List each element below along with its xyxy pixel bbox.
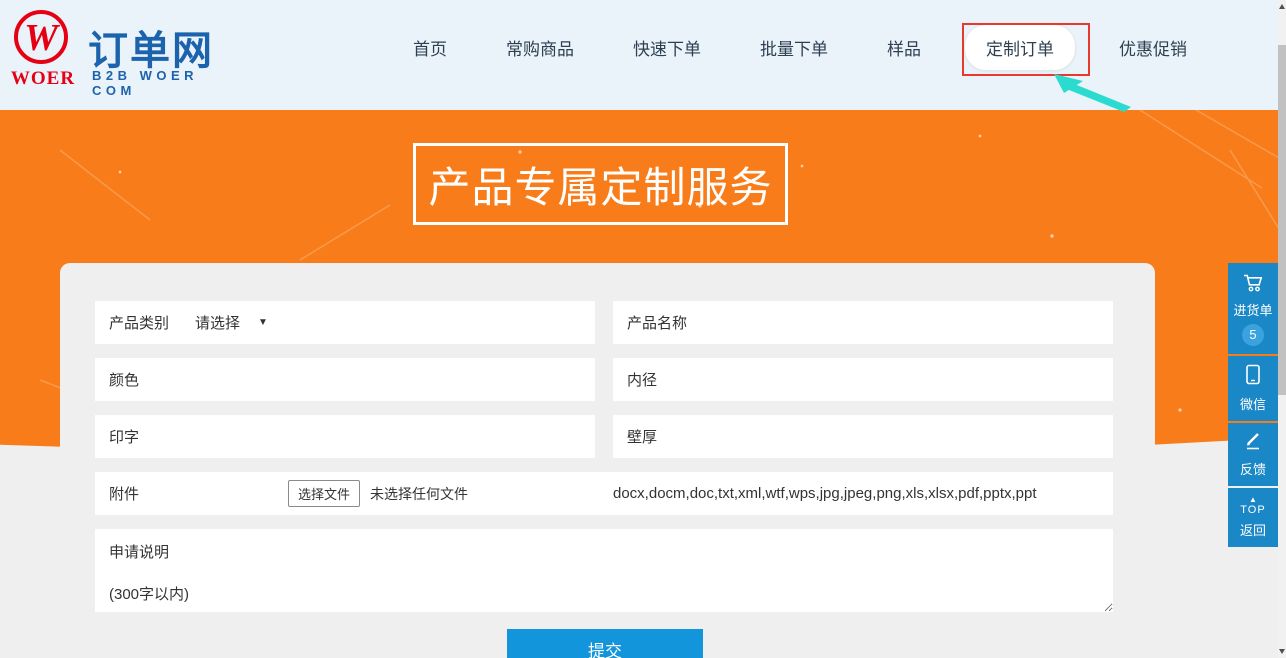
phone-icon — [1245, 364, 1261, 386]
allowed-file-types: docx,docm,doc,txt,xml,wtf,wps,jpg,jpeg,p… — [613, 485, 1037, 502]
cart-widget[interactable]: 进货单 5 — [1228, 263, 1278, 354]
vertical-scrollbar[interactable] — [1278, 0, 1286, 658]
page: W WOER 订单网 B2B WOER COM 首页 常购商品 快速下单 批量下… — [0, 0, 1286, 658]
file-status-text: 未选择任何文件 — [370, 484, 468, 504]
nav-item-samples[interactable]: 样品 — [887, 35, 921, 60]
wall-thickness-field[interactable]: 壁厚 — [613, 415, 1113, 458]
product-category-field[interactable]: 产品类别 请选择 ▼ — [95, 301, 595, 344]
application-description-textarea[interactable]: 申请说明 (300字以内) — [95, 529, 1113, 612]
floating-sidebar: 进货单 5 微信 反馈 ▲ TOP 返回 — [1228, 263, 1278, 549]
back-label: 返回 — [1228, 520, 1278, 539]
hero-title-box: 产品专属定制服务 — [413, 143, 788, 225]
logo-text: WOER — [10, 68, 76, 90]
inner-diameter-label: 内径 — [627, 369, 657, 390]
arrow-up-icon: ▲ — [1228, 496, 1278, 504]
submit-button[interactable]: 提交 — [507, 629, 703, 658]
wechat-widget[interactable]: 微信 — [1228, 356, 1278, 421]
nav-item-bulk-order[interactable]: 批量下单 — [760, 35, 828, 60]
product-category-select[interactable]: 请选择 — [195, 312, 240, 333]
color-label: 颜色 — [109, 369, 139, 390]
color-field[interactable]: 颜色 — [95, 358, 595, 401]
highlight-rectangle-annotation — [962, 23, 1090, 76]
cart-widget-label: 进货单 — [1228, 300, 1278, 319]
wall-thickness-label: 壁厚 — [627, 426, 657, 447]
logo-letter: W — [18, 14, 64, 62]
cart-icon — [1242, 273, 1264, 292]
inner-diameter-field[interactable]: 内径 — [613, 358, 1113, 401]
product-category-label: 产品类别 — [109, 312, 169, 333]
wechat-widget-label: 微信 — [1228, 394, 1278, 413]
pointer-arrow-annotation — [1052, 72, 1136, 114]
top-text: TOP — [1228, 504, 1278, 517]
scroll-down-arrow-icon[interactable] — [1279, 649, 1285, 654]
feedback-widget[interactable]: 反馈 — [1228, 423, 1278, 486]
printing-field[interactable]: 印字 — [95, 415, 595, 458]
nav-item-quick-order[interactable]: 快速下单 — [633, 35, 701, 60]
pencil-icon — [1243, 431, 1263, 451]
nav-item-promotions[interactable]: 优惠促销 — [1119, 35, 1187, 60]
cart-count-badge: 5 — [1242, 324, 1264, 346]
scrollbar-thumb[interactable] — [1278, 45, 1286, 395]
nav-item-home[interactable]: 首页 — [413, 35, 447, 60]
hero-title: 产品专属定制服务 — [428, 154, 772, 215]
attachment-label: 附件 — [109, 483, 139, 504]
back-to-top-widget[interactable]: ▲ TOP 返回 — [1228, 488, 1278, 547]
woer-logo-icon: W — [14, 10, 68, 64]
product-name-label: 产品名称 — [627, 312, 687, 333]
choose-file-button[interactable]: 选择文件 — [288, 480, 360, 507]
logo[interactable]: W WOER 订单网 B2B WOER COM — [10, 6, 230, 106]
feedback-widget-label: 反馈 — [1228, 459, 1278, 478]
chevron-down-icon[interactable]: ▼ — [258, 317, 268, 328]
site-subtitle: B2B WOER COM — [92, 68, 230, 98]
custom-order-form: 产品类别 请选择 ▼ 产品名称 颜色 内径 印字 壁厚 附件 选择文件 未选择任… — [60, 263, 1155, 658]
scroll-up-arrow-icon[interactable] — [1279, 4, 1285, 9]
attachment-field: 附件 选择文件 未选择任何文件 docx,docm,doc,txt,xml,wt… — [95, 472, 1113, 515]
product-name-field[interactable]: 产品名称 — [613, 301, 1113, 344]
nav-item-frequent-goods[interactable]: 常购商品 — [506, 35, 574, 60]
printing-label: 印字 — [109, 426, 139, 447]
